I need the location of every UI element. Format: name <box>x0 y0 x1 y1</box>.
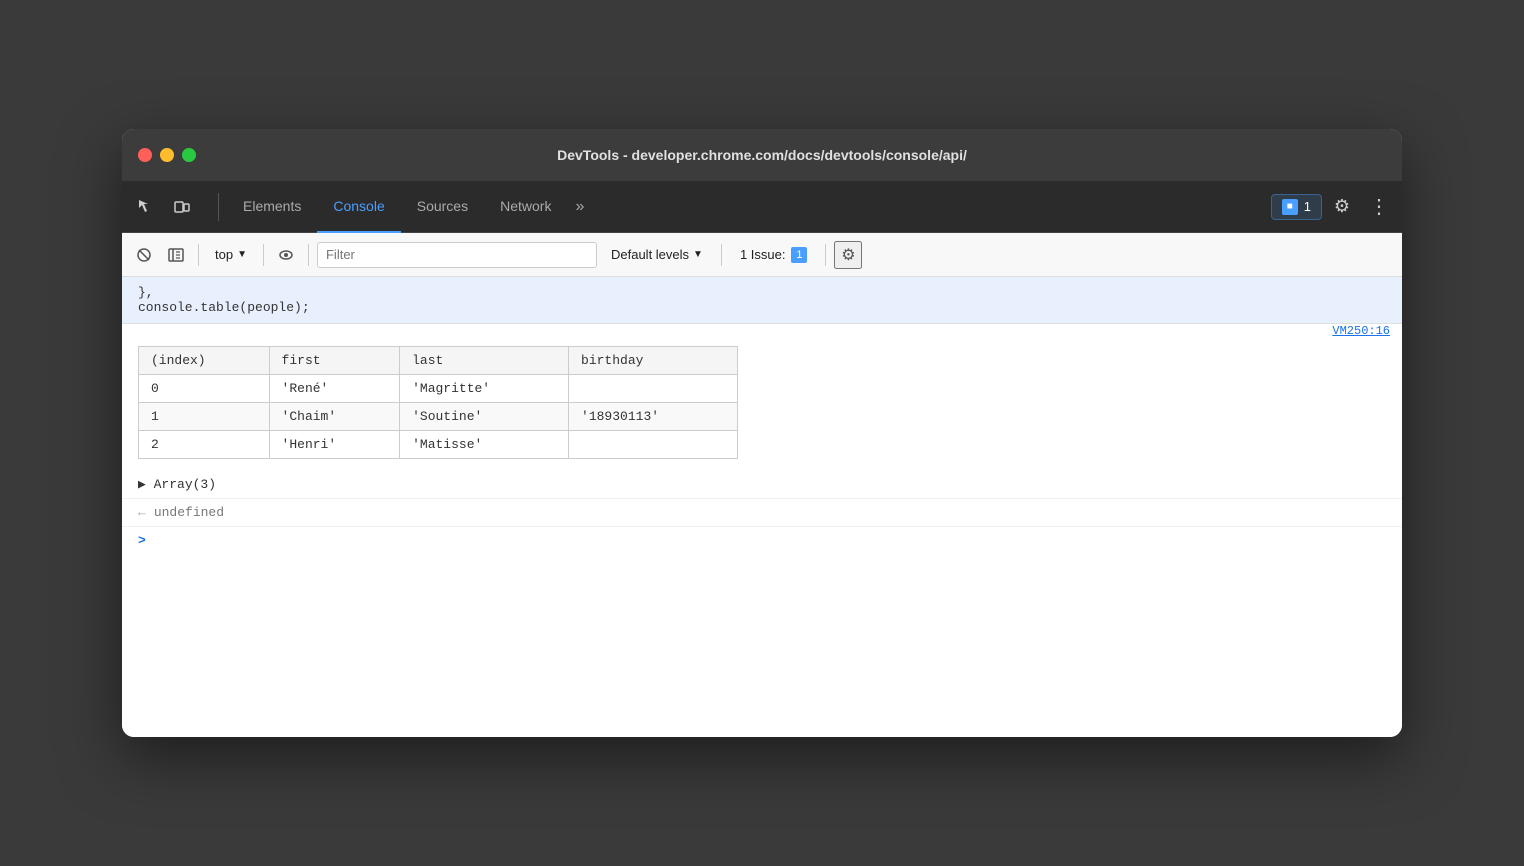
cell-index: 1 <box>139 403 270 431</box>
cell-birthday: '18930113' <box>569 403 738 431</box>
device-toolbar-icon[interactable] <box>166 191 198 223</box>
issues-count-button[interactable]: 1 Issue: 1 <box>730 244 818 266</box>
toolbar-separator-2 <box>825 244 826 266</box>
cell-first: 'Henri' <box>269 431 400 459</box>
cell-index: 0 <box>139 375 270 403</box>
more-options-icon[interactable]: ⋮ <box>1362 191 1394 223</box>
maximize-button[interactable] <box>182 148 196 162</box>
cell-birthday <box>569 431 738 459</box>
col-last: last <box>400 347 569 375</box>
cell-last: 'Soutine' <box>400 403 569 431</box>
table-row: 2'Henri''Matisse' <box>139 431 738 459</box>
default-levels-button[interactable]: Default levels ▼ <box>601 244 713 265</box>
table-row: 0'René''Magritte' <box>139 375 738 403</box>
close-button[interactable] <box>138 148 152 162</box>
vm-link[interactable]: VM250:16 <box>1332 324 1390 338</box>
table-header-row: (index) first last birthday <box>139 347 738 375</box>
cell-first: 'René' <box>269 375 400 403</box>
code-line-2: console.table(people); <box>138 300 310 315</box>
cell-birthday <box>569 375 738 403</box>
devtools-window: DevTools - developer.chrome.com/docs/dev… <box>122 129 1402 737</box>
cell-index: 2 <box>139 431 270 459</box>
console-toolbar: top ▼ Default levels ▼ 1 Issue: 1 ⚙ <box>122 233 1402 277</box>
more-tabs-button[interactable]: » <box>567 198 592 216</box>
toolbar-separator <box>721 244 722 266</box>
issues-mini-badge: 1 <box>791 247 807 263</box>
tab-right-icons: ■ 1 ⚙ ⋮ <box>1271 191 1394 223</box>
code-block: }, console.table(people); <box>122 277 1402 324</box>
console-settings-button[interactable]: ⚙ <box>834 241 862 269</box>
console-table: (index) first last birthday 0'René''Magr… <box>138 346 738 459</box>
context-selector[interactable]: top ▼ <box>207 245 255 264</box>
clear-console-button[interactable] <box>130 241 158 269</box>
toolbar-divider-3 <box>308 244 309 266</box>
cell-last: 'Magritte' <box>400 375 569 403</box>
table-container: VM250:16 (index) first last birthday 0'R… <box>122 324 1402 471</box>
tab-icon-group <box>130 191 198 223</box>
levels-chevron-icon: ▼ <box>693 249 703 260</box>
tab-console[interactable]: Console <box>317 181 400 233</box>
filter-input[interactable] <box>317 242 597 268</box>
traffic-lights <box>138 148 196 162</box>
inspect-element-icon[interactable] <box>130 191 162 223</box>
tab-elements[interactable]: Elements <box>227 181 317 233</box>
prompt-icon: > <box>138 533 146 548</box>
tab-sources[interactable]: Sources <box>401 181 484 233</box>
titlebar: DevTools - developer.chrome.com/docs/dev… <box>122 129 1402 181</box>
col-index: (index) <box>139 347 270 375</box>
code-line-1: }, <box>138 285 154 300</box>
return-arrow-icon: ← <box>138 505 146 520</box>
cell-last: 'Matisse' <box>400 431 569 459</box>
toolbar-divider-2 <box>263 244 264 266</box>
array-label: ▶ Array(3) <box>138 477 216 492</box>
tab-divider <box>218 193 219 221</box>
console-content: }, console.table(people); VM250:16 (inde… <box>122 277 1402 737</box>
array-toggle[interactable]: ▶ Array(3) <box>122 471 1402 498</box>
col-birthday: birthday <box>569 347 738 375</box>
tab-network[interactable]: Network <box>484 181 567 233</box>
table-wrapper: (index) first last birthday 0'René''Magr… <box>122 338 1402 467</box>
col-first: first <box>269 347 400 375</box>
settings-icon[interactable]: ⚙ <box>1326 191 1358 223</box>
window-title: DevTools - developer.chrome.com/docs/dev… <box>557 147 967 163</box>
table-row: 1'Chaim''Soutine''18930113' <box>139 403 738 431</box>
toolbar-divider-1 <box>198 244 199 266</box>
tabs-bar: Elements Console Sources Network » ■ 1 ⚙… <box>122 181 1402 233</box>
issues-icon: ■ <box>1282 199 1298 215</box>
undefined-value: undefined <box>154 505 224 520</box>
minimize-button[interactable] <box>160 148 174 162</box>
sidebar-toggle-button[interactable] <box>162 241 190 269</box>
prompt-line[interactable]: > <box>122 526 1402 554</box>
issues-button[interactable]: ■ 1 <box>1271 194 1322 220</box>
cell-first: 'Chaim' <box>269 403 400 431</box>
undefined-line: ← undefined <box>122 498 1402 526</box>
eye-icon[interactable] <box>272 241 300 269</box>
chevron-down-icon: ▼ <box>237 249 247 260</box>
